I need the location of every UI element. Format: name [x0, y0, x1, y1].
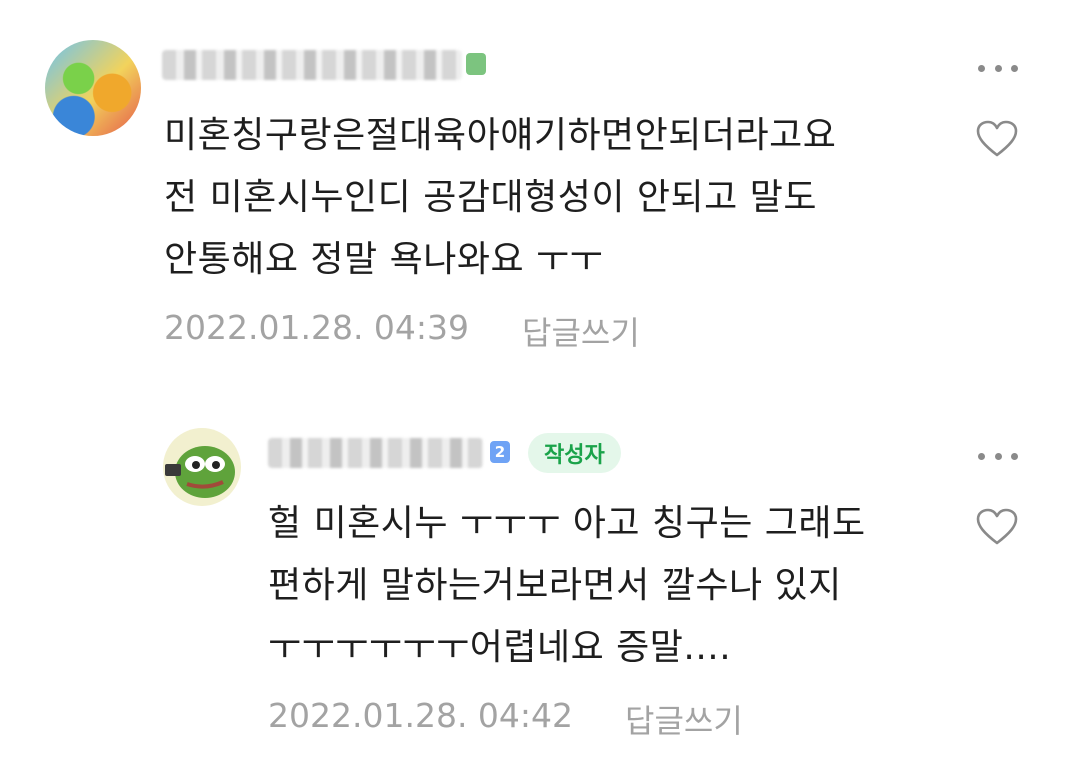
reply-button[interactable]: 답글쓰기 — [625, 696, 743, 742]
comment-timestamp: 2022.01.28. 04:39 — [164, 308, 470, 347]
reply-button[interactable]: 답글쓰기 — [522, 308, 640, 354]
more-icon[interactable] — [978, 446, 1018, 466]
level-badge — [466, 53, 486, 75]
heart-icon[interactable] — [976, 120, 1018, 158]
more-icon[interactable] — [978, 58, 1018, 78]
nickname-blurred[interactable] — [162, 50, 462, 80]
pepe-avatar-icon — [165, 446, 235, 498]
author-badge: 작성자 — [528, 433, 621, 473]
avatar[interactable] — [45, 40, 141, 136]
comment-text: 헐 미혼시누 ㅜㅜㅜ 아고 칭구는 그래도 편하게 말하는거보라면서 깔수나 있… — [268, 503, 866, 668]
avatar[interactable] — [163, 428, 241, 506]
comment-text: 미혼칭구랑은절대육아얘기하면안되더라고요 전 미혼시누인디 공감대형성이 안되고… — [164, 115, 837, 280]
comment-timestamp: 2022.01.28. 04:42 — [268, 696, 574, 735]
nickname-blurred[interactable] — [268, 438, 483, 468]
heart-icon[interactable] — [976, 508, 1018, 546]
level-badge: 2 — [490, 441, 510, 463]
